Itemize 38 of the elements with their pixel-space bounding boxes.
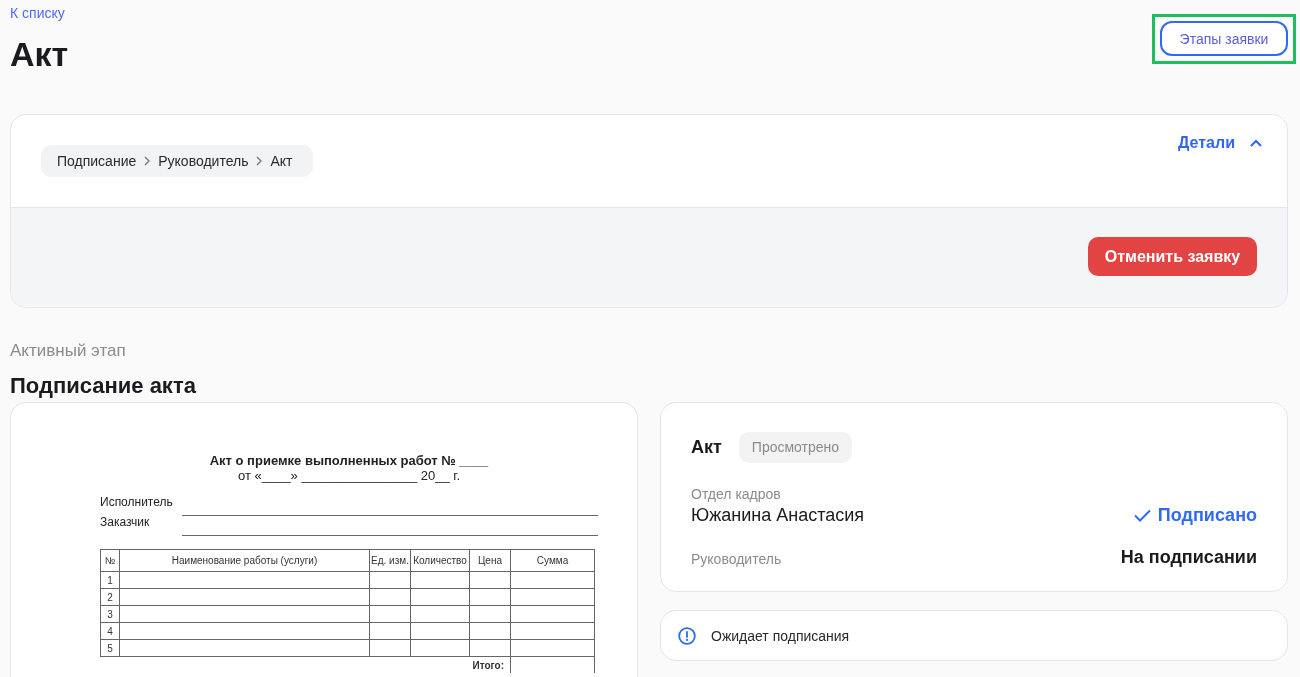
table-header-cell: Количество — [410, 549, 470, 572]
row-number-cell: 1 — [100, 571, 120, 589]
signer-department: Отдел кадров — [691, 486, 781, 502]
stage-title: Подписание акта — [10, 372, 197, 400]
table-header-cell: № — [100, 549, 120, 572]
exclamation-circle-icon — [678, 626, 696, 645]
signature-status: Подписано — [1133, 503, 1257, 527]
row-number-cell: 5 — [100, 639, 120, 657]
check-icon — [1133, 508, 1151, 522]
back-link[interactable]: К списку — [10, 4, 65, 22]
chevron-right-icon — [144, 156, 151, 166]
row-number-cell: 3 — [100, 605, 120, 623]
cancel-request-button[interactable]: Отменить заявку — [1088, 237, 1257, 276]
table-header-cell: Сумма — [510, 549, 595, 572]
document-date-line: от «____» ________________ 20__ г. — [236, 468, 462, 483]
row-number-cell: 2 — [100, 588, 120, 606]
signature-status: На подписании — [1120, 546, 1257, 569]
notice-text: Ожидает подписания — [711, 627, 850, 644]
total-label: Итого: — [472, 659, 504, 671]
breadcrumb-item[interactable]: Подписание — [57, 153, 137, 169]
signer-department: Руководитель — [691, 550, 782, 568]
signer-name: Южанина Анастасия — [691, 504, 864, 527]
breadcrumb-item[interactable]: Акт — [270, 153, 293, 169]
details-toggle[interactable]: Детали — [1178, 133, 1262, 153]
stages-button[interactable]: Этапы заявки — [1160, 21, 1288, 56]
field-label: Исполнитель — [100, 494, 173, 510]
document-name: Акт — [691, 437, 722, 458]
document-title: Акт о приемке выполненных работ № ____ — [208, 453, 490, 468]
section-label: Активный этап — [10, 340, 127, 362]
table-header-cell: Наименование работы (услуги) — [119, 549, 370, 572]
breadcrumb-item[interactable]: Руководитель — [158, 153, 249, 169]
chevron-right-icon — [256, 156, 263, 166]
table-header-cell: Ед. изм. — [369, 549, 411, 572]
page-title: Акт — [10, 34, 69, 74]
table-header-cell: Цена — [469, 549, 511, 572]
status-badge: Просмотрено — [738, 432, 853, 463]
field-label: Заказчик — [100, 514, 150, 530]
row-number-cell: 4 — [100, 622, 120, 640]
